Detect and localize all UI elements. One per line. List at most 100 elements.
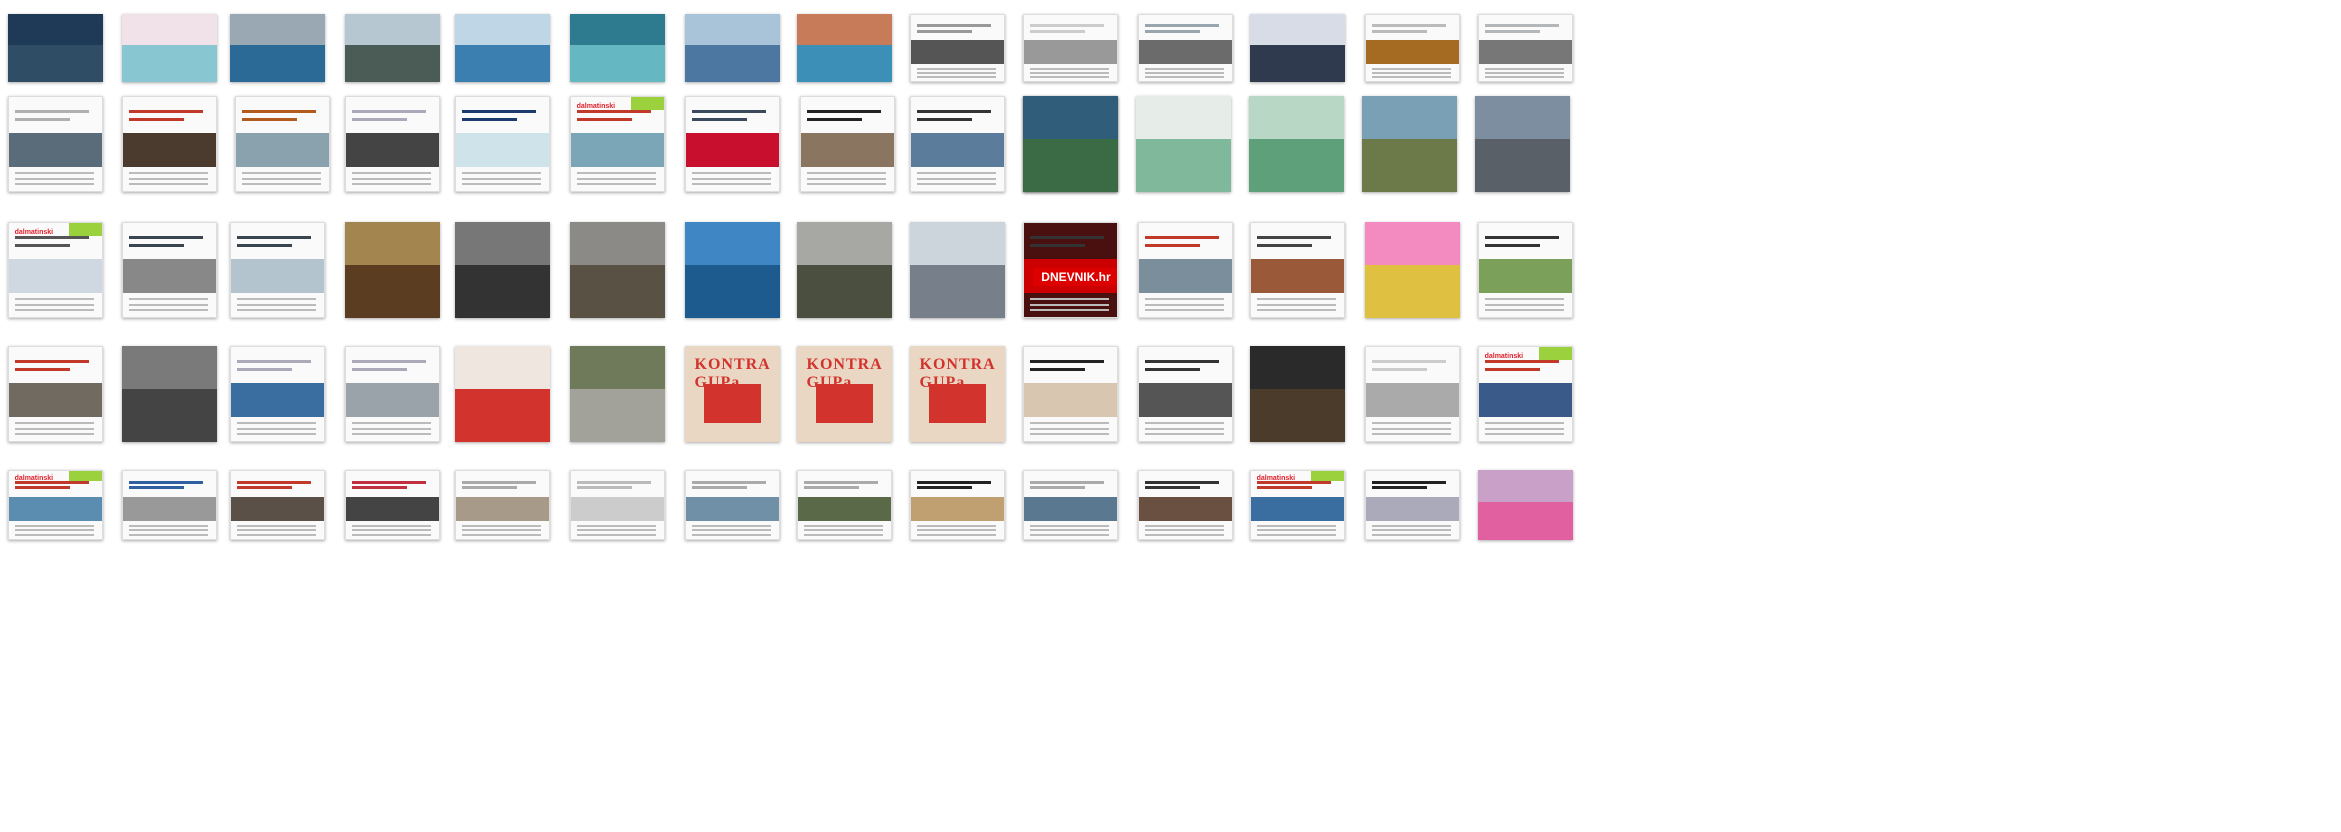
thumbnail[interactable] [1475, 96, 1570, 192]
thumbnail[interactable] [345, 222, 440, 318]
thumbnail[interactable]: dalmatinski [8, 222, 103, 318]
thumbnail[interactable]: dalmatinski [1250, 470, 1345, 540]
thumbnail[interactable] [1138, 222, 1233, 318]
thumbnail[interactable] [1136, 96, 1231, 192]
thumbnail[interactable] [570, 14, 665, 82]
thumbnail[interactable] [1362, 96, 1457, 192]
thumbnail[interactable] [1250, 14, 1345, 82]
thumbnail[interactable] [910, 14, 1005, 82]
thumbnail[interactable] [685, 222, 780, 318]
article-image [911, 40, 1004, 64]
thumbnail[interactable] [122, 14, 217, 82]
thumbnail[interactable] [122, 470, 217, 540]
thumbnail[interactable] [1249, 96, 1344, 192]
thumbnail[interactable] [455, 96, 550, 192]
article-text-line [803, 525, 883, 528]
article-headline [1256, 485, 1313, 489]
thumbnail[interactable] [345, 14, 440, 82]
site-brand: dalmatinski [1256, 475, 1296, 483]
article-text-line [1144, 427, 1224, 430]
thumbnail[interactable] [910, 470, 1005, 540]
thumbnail[interactable] [797, 14, 892, 82]
article-text-line [14, 433, 94, 436]
thumbnail[interactable] [230, 470, 325, 540]
article-text-line [351, 177, 431, 180]
thumbnail[interactable] [230, 14, 325, 82]
thumbnail[interactable] [1250, 222, 1345, 318]
thumbnail[interactable]: KONTRA GUPa [910, 346, 1005, 442]
thumbnail[interactable]: KONTRA GUPa [797, 346, 892, 442]
thumbnail-image-bottom [1478, 501, 1573, 540]
thumbnail[interactable] [570, 470, 665, 540]
thumbnail[interactable]: dalmatinski [570, 96, 665, 192]
thumbnail[interactable] [345, 470, 440, 540]
thumbnail[interactable] [1365, 346, 1460, 442]
thumbnail[interactable] [570, 222, 665, 318]
article-headline [916, 485, 973, 489]
thumbnail[interactable] [1478, 470, 1573, 540]
thumbnail[interactable] [570, 346, 665, 442]
thumbnail[interactable] [685, 14, 780, 82]
thumbnail[interactable]: KONTRA GUPa [685, 346, 780, 442]
article-headline [1029, 360, 1104, 364]
thumbnail[interactable] [230, 222, 325, 318]
thumbnail[interactable] [1138, 14, 1233, 82]
thumbnail[interactable]: dalmatinski [1478, 346, 1573, 442]
article-text-line [916, 533, 996, 536]
thumbnail[interactable] [797, 222, 892, 318]
article-text-line [14, 183, 94, 186]
thumbnail[interactable] [1250, 346, 1345, 442]
thumbnail[interactable] [1138, 470, 1233, 540]
thumbnail[interactable] [122, 96, 217, 192]
thumbnail[interactable] [1478, 222, 1573, 318]
article-headline [916, 480, 991, 484]
article-image [1366, 496, 1459, 522]
article-text-line [576, 177, 656, 180]
thumbnail[interactable] [797, 470, 892, 540]
thumbnail[interactable] [800, 96, 895, 192]
article-headline [236, 480, 311, 484]
thumbnail[interactable] [910, 96, 1005, 192]
thumbnail[interactable] [685, 470, 780, 540]
thumbnail[interactable] [1365, 222, 1460, 318]
thumbnail[interactable] [455, 14, 550, 82]
thumbnail[interactable] [235, 96, 330, 192]
article-text-line [236, 298, 316, 301]
thumbnail[interactable] [455, 470, 550, 540]
thumbnail[interactable] [1023, 14, 1118, 82]
thumbnail[interactable] [455, 346, 550, 442]
article-text-line [461, 529, 541, 532]
article-text-line [241, 177, 321, 180]
article-headline [236, 485, 293, 489]
thumbnail[interactable] [1138, 346, 1233, 442]
article-image [911, 496, 1004, 522]
thumbnail[interactable] [230, 346, 325, 442]
article-headline [236, 236, 311, 240]
article-text-line [1144, 529, 1224, 532]
thumbnail[interactable] [8, 346, 103, 442]
thumbnail[interactable] [685, 96, 780, 192]
article-image [1251, 258, 1344, 293]
thumbnail[interactable] [8, 14, 103, 82]
thumbnail[interactable] [910, 222, 1005, 318]
article-headline [691, 110, 766, 114]
thumbnail[interactable] [122, 346, 217, 442]
thumbnail-image-bottom [122, 44, 217, 82]
thumbnail[interactable] [8, 96, 103, 192]
thumbnail[interactable] [1023, 470, 1118, 540]
thumbnail[interactable] [1365, 14, 1460, 82]
thumbnail[interactable] [1023, 96, 1118, 192]
thumbnail[interactable]: DNEVNIK.hr [1023, 222, 1118, 318]
article-headline [916, 29, 973, 33]
thumbnail[interactable] [455, 222, 550, 318]
thumbnail[interactable] [345, 346, 440, 442]
thumbnail[interactable] [122, 222, 217, 318]
article-image [1251, 496, 1344, 522]
thumbnail[interactable] [1478, 14, 1573, 82]
article-text-line [128, 298, 208, 301]
thumbnail[interactable] [345, 96, 440, 192]
article-image [686, 496, 779, 522]
thumbnail[interactable]: dalmatinski [8, 470, 103, 540]
thumbnail[interactable] [1023, 346, 1118, 442]
thumbnail[interactable] [1365, 470, 1460, 540]
